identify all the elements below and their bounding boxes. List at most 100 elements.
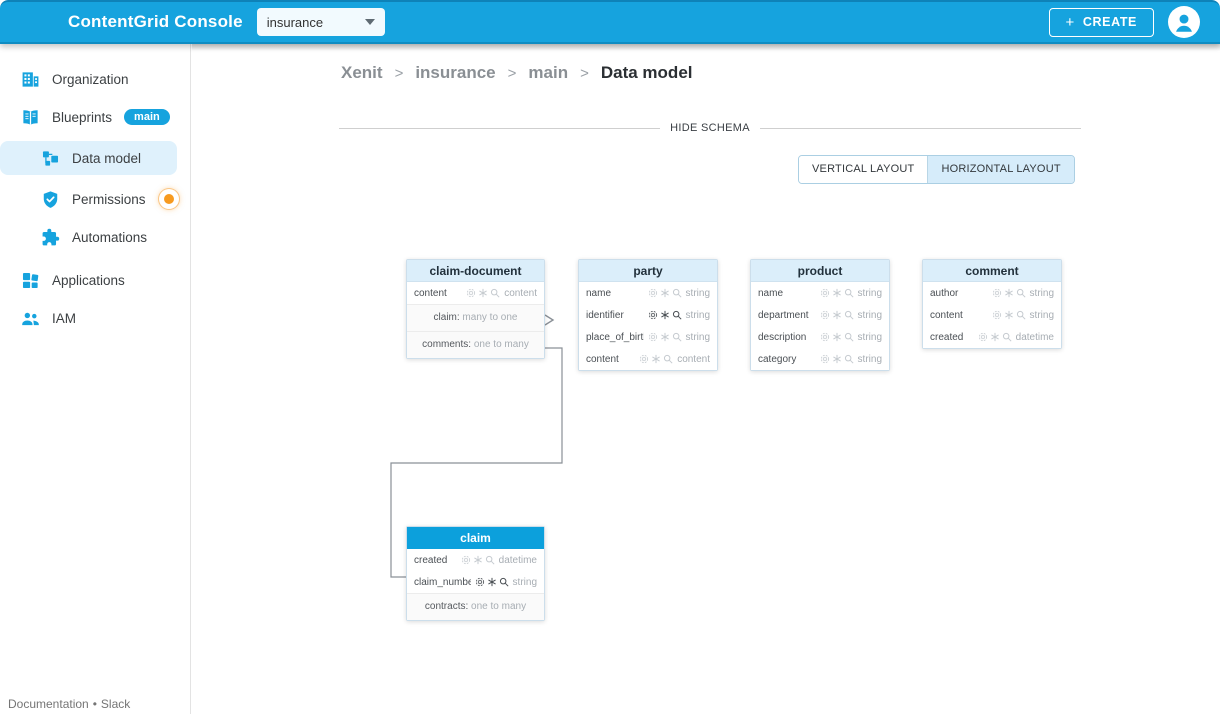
sidebar-nav: Organization Blueprintsmain Data model Perm… [0, 60, 190, 337]
notification-dot [159, 189, 179, 209]
contentgrid-console-window: ContentGrid Console insurance + CREATE O… [0, 0, 1220, 714]
sidebar-item-iam[interactable]: IAM [0, 299, 190, 337]
search-icon [672, 310, 682, 320]
project-selector[interactable]: insurance [257, 8, 385, 36]
person-icon [1171, 9, 1197, 35]
search-icon [844, 310, 854, 320]
shield-check-icon [40, 189, 60, 209]
search-icon [490, 288, 500, 298]
asterisk-icon [832, 332, 842, 342]
sidebar-item-data-model[interactable]: Data model [0, 141, 177, 175]
fingerprint-icon [820, 310, 830, 320]
sidebar: Organization Blueprintsmain Data model Perm… [0, 44, 191, 714]
attribute-row[interactable]: namestring [751, 282, 889, 304]
search-icon [485, 555, 495, 565]
attribute-row[interactable]: createddatetime [923, 326, 1061, 348]
relation-name: comments: [422, 339, 471, 350]
sidebar-footer: Documentation•Slack [8, 697, 130, 711]
attribute-row[interactable]: contentcontent [579, 348, 717, 370]
chevron-down-icon [365, 19, 375, 25]
attribute-row[interactable]: claim_numberstring [407, 571, 544, 593]
entity-claim-document[interactable]: claim-documentcontentcontentclaim: many … [406, 259, 545, 359]
blocks-icon [20, 270, 40, 290]
entity-comment[interactable]: commentauthorstring content string createdd… [922, 259, 1062, 349]
fingerprint-icon [461, 555, 471, 565]
attribute-name: content [414, 288, 462, 299]
book-icon [20, 107, 40, 127]
attribute-type: string [686, 288, 710, 299]
asterisk-icon [832, 288, 842, 298]
attribute-type: datetime [1016, 332, 1054, 343]
attribute-flags [639, 354, 673, 364]
attribute-row[interactable]: content string [923, 304, 1061, 326]
attribute-row[interactable]: namestring [579, 282, 717, 304]
user-avatar[interactable] [1168, 6, 1200, 38]
fingerprint-icon [820, 354, 830, 364]
attribute-flags [648, 332, 682, 342]
attribute-row[interactable]: authorstring [923, 282, 1061, 304]
attribute-flags [461, 555, 495, 565]
footer-link-slack[interactable]: Slack [101, 697, 130, 711]
asterisk-icon [487, 577, 497, 587]
diagram-canvas[interactable]: claim-documentcontentcontentclaim: many … [192, 44, 1220, 714]
asterisk-icon [1004, 288, 1014, 298]
search-icon [1002, 332, 1012, 342]
attribute-flags [820, 354, 854, 364]
attribute-type: content [677, 354, 710, 365]
attribute-type: string [1030, 310, 1054, 321]
sidebar-item-label: Organization [52, 72, 129, 87]
attribute-row[interactable]: departmentstring [751, 304, 889, 326]
asterisk-icon [651, 354, 661, 364]
attribute-type: string [858, 354, 882, 365]
fingerprint-icon [978, 332, 988, 342]
attribute-name: created [414, 555, 457, 566]
entity-claim[interactable]: claimcreateddatetimeclaim_numberstringco… [406, 526, 545, 621]
entity-product[interactable]: productnamestringdepartmentstringdescrip… [750, 259, 890, 371]
attribute-row[interactable]: identifierstring [579, 304, 717, 326]
sidebar-item-organization[interactable]: Organization [0, 60, 190, 98]
search-icon [672, 332, 682, 342]
app-title: ContentGrid Console [68, 12, 243, 32]
search-icon [844, 354, 854, 364]
entity-name[interactable]: comment [923, 260, 1061, 282]
top-bar: ContentGrid Console insurance + CREATE [0, 0, 1220, 44]
sidebar-item-blueprints[interactable]: Blueprintsmain [0, 98, 190, 136]
fingerprint-icon [466, 288, 476, 298]
attribute-row[interactable]: place_of_birthstring [579, 326, 717, 348]
entity-name[interactable]: product [751, 260, 889, 282]
entity-party[interactable]: partynamestringidentifierstringplace_of_… [578, 259, 718, 371]
attribute-name: content [930, 310, 988, 321]
attribute-row[interactable]: createddatetime [407, 549, 544, 571]
relation-row[interactable]: contracts: one to many [407, 593, 544, 620]
search-icon [499, 577, 509, 587]
attribute-flags [992, 310, 1026, 320]
search-icon [672, 288, 682, 298]
attribute-name: identifier [586, 310, 644, 321]
fingerprint-icon [648, 332, 658, 342]
attribute-type: string [686, 332, 710, 343]
sidebar-item-automations[interactable]: Automations [0, 218, 190, 256]
entity-name[interactable]: claim [407, 527, 544, 549]
sidebar-item-label: Permissions [72, 192, 146, 207]
attribute-row[interactable]: contentcontent [407, 282, 544, 304]
attribute-row[interactable]: categorystring [751, 348, 889, 370]
attribute-row[interactable]: descriptionstring [751, 326, 889, 348]
sidebar-item-label: Blueprints [52, 110, 112, 125]
attribute-flags [978, 332, 1012, 342]
main-content: Xenit>insurance>main>Data model HIDE SCH… [192, 44, 1220, 714]
entity-name[interactable]: claim-document [407, 260, 544, 282]
sidebar-item-label: IAM [52, 311, 76, 326]
attribute-type: string [513, 577, 537, 588]
relation-row[interactable]: claim: many to one [407, 304, 544, 331]
create-button[interactable]: + CREATE [1049, 8, 1154, 37]
sidebar-item-permissions[interactable]: Permissions [0, 180, 190, 218]
entity-name[interactable]: party [579, 260, 717, 282]
create-button-label: CREATE [1083, 15, 1137, 29]
footer-link-documentation[interactable]: Documentation [8, 697, 89, 711]
asterisk-icon [1004, 310, 1014, 320]
relation-row[interactable]: comments: one to many [407, 331, 544, 358]
relation-name: contracts: [425, 601, 468, 612]
sidebar-item-applications[interactable]: Applications [0, 261, 190, 299]
attribute-name: description [758, 332, 816, 343]
sitemap-icon [40, 148, 60, 168]
